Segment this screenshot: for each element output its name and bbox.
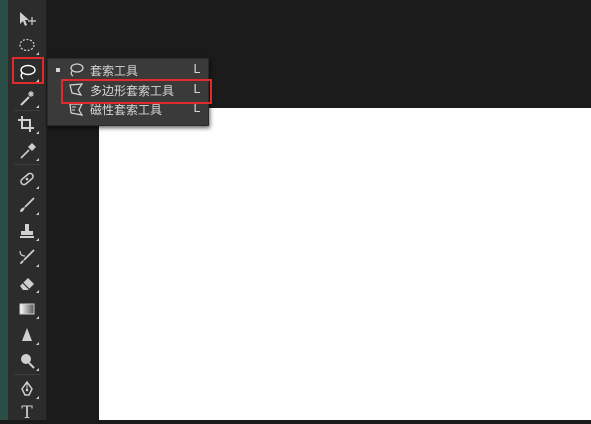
more-tools-indicator xyxy=(36,396,39,399)
menu-item-lasso-tool[interactable]: 套索工具 L xyxy=(48,60,208,80)
eyedropper-icon xyxy=(20,143,36,159)
magic-wand-tool-button[interactable] xyxy=(14,87,40,109)
lasso-icon xyxy=(70,63,84,77)
type-tool-button[interactable]: T xyxy=(14,402,40,424)
tools-panel: T xyxy=(8,0,47,423)
blur-tool-button[interactable] xyxy=(14,324,40,346)
more-tools-indicator xyxy=(36,290,39,293)
toolbar-separator xyxy=(14,110,40,111)
more-tools-indicator xyxy=(36,52,39,55)
eyedropper-tool-button[interactable] xyxy=(14,140,40,162)
crop-icon xyxy=(18,116,34,132)
pen-nib-icon xyxy=(21,380,33,396)
more-tools-indicator xyxy=(36,238,39,241)
history-brush-icon xyxy=(19,249,35,264)
more-tools-indicator xyxy=(36,368,39,371)
more-tools-indicator xyxy=(36,212,39,215)
more-tools-indicator xyxy=(36,316,39,319)
eraser-icon xyxy=(20,278,34,290)
brush-tool-button[interactable] xyxy=(14,194,40,216)
toolbar-separator xyxy=(14,164,40,165)
bandage-icon xyxy=(20,172,34,186)
marquee-tool-button[interactable] xyxy=(14,34,40,56)
more-tools-indicator xyxy=(36,158,39,161)
menu-item-label: 套索工具 xyxy=(90,64,139,78)
elliptical-marquee-icon xyxy=(19,38,35,52)
polygonal-lasso-highlight-box xyxy=(61,79,212,104)
dodge-tool-button[interactable] xyxy=(14,350,40,372)
clone-stamp-tool-button[interactable] xyxy=(14,220,40,242)
magic-wand-icon xyxy=(20,91,34,106)
workspace-left-margin xyxy=(47,108,99,420)
crop-tool-button[interactable] xyxy=(14,113,40,135)
left-edge-strip xyxy=(0,0,8,420)
more-tools-indicator xyxy=(36,342,39,345)
gradient-icon xyxy=(19,303,35,315)
more-tools-indicator xyxy=(36,264,39,267)
gradient-tool-button[interactable] xyxy=(14,298,40,320)
move-tool-button[interactable] xyxy=(14,8,40,30)
menu-item-shortcut: L xyxy=(193,62,200,76)
blur-drop-icon xyxy=(22,328,32,341)
more-tools-indicator xyxy=(36,131,39,134)
history-brush-tool-button[interactable] xyxy=(14,246,40,268)
document-canvas[interactable] xyxy=(99,108,591,420)
dodge-icon xyxy=(21,354,35,369)
brush-icon xyxy=(20,197,35,212)
move-icon xyxy=(20,12,36,26)
toolbar-separator xyxy=(14,374,40,375)
eraser-tool-button[interactable] xyxy=(14,272,40,294)
lasso-tool-highlight-box xyxy=(12,57,44,84)
more-tools-indicator xyxy=(36,186,39,189)
type-icon: T xyxy=(21,403,33,423)
healing-brush-tool-button[interactable] xyxy=(14,168,40,190)
more-tools-indicator xyxy=(36,105,39,108)
stamp-icon xyxy=(20,224,34,238)
pen-tool-button[interactable] xyxy=(14,378,40,400)
selected-bullet xyxy=(56,68,60,72)
